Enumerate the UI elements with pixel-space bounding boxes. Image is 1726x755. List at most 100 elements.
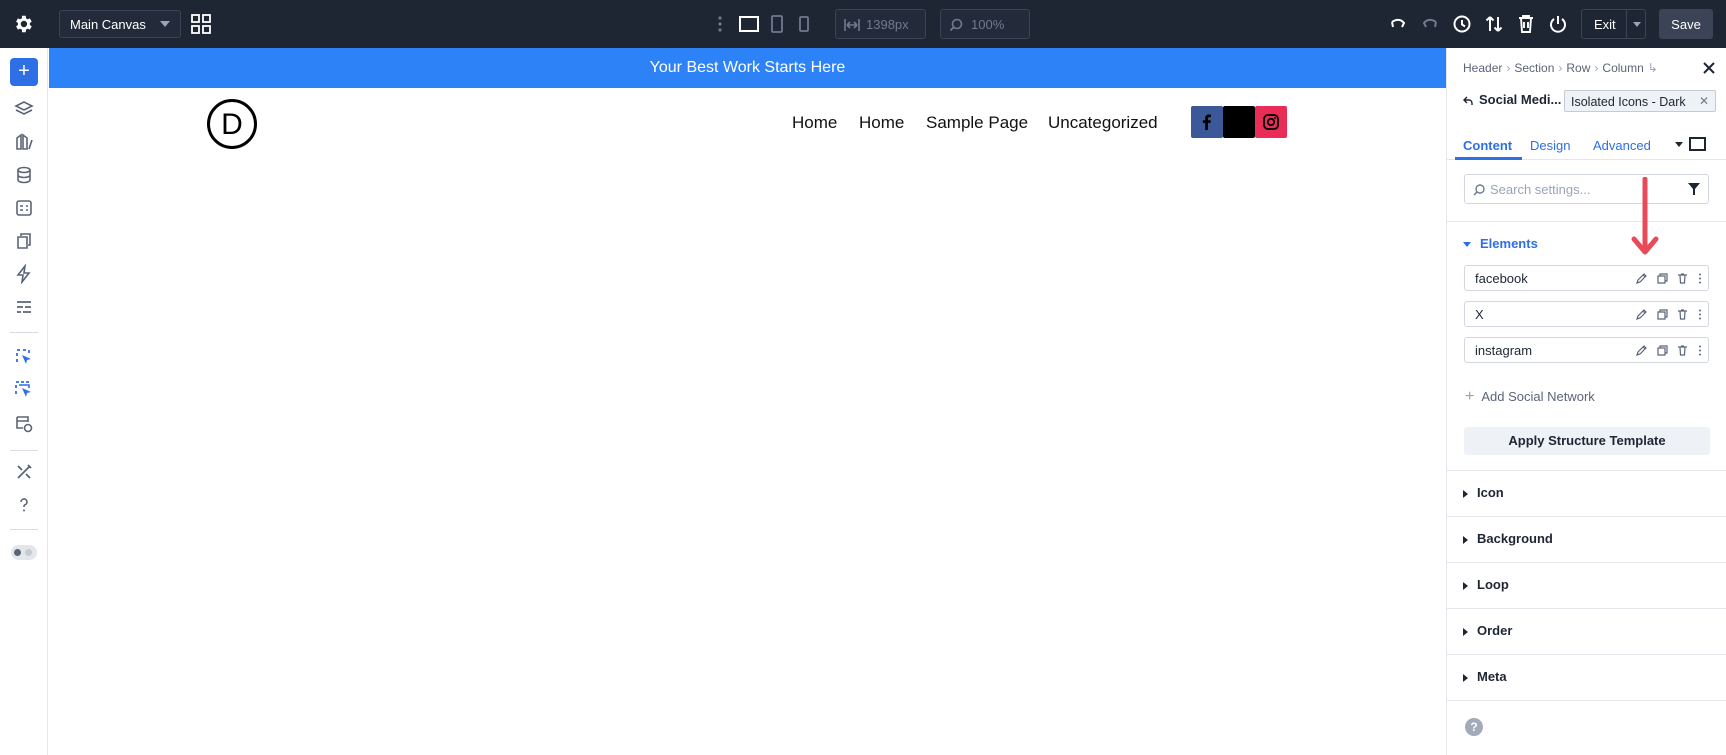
- tab-advanced[interactable]: Advanced: [1593, 138, 1651, 153]
- caret-right-icon: [1463, 581, 1468, 590]
- delete-trash-icon[interactable]: [1677, 309, 1688, 320]
- apply-structure-template-button[interactable]: Apply Structure Template: [1464, 427, 1710, 455]
- multi-select-icon[interactable]: [14, 380, 34, 400]
- zoom-value: 100%: [971, 17, 1005, 32]
- more-vertical-icon[interactable]: [1698, 345, 1702, 356]
- exit-button[interactable]: Exit: [1581, 9, 1646, 39]
- save-button[interactable]: Save: [1659, 9, 1713, 39]
- settings-gear-icon[interactable]: [12, 13, 34, 35]
- nav-item-uncategorized[interactable]: Uncategorized: [1048, 113, 1158, 133]
- divi-logo[interactable]: D: [206, 98, 258, 150]
- edit-pencil-icon[interactable]: [1636, 345, 1647, 356]
- back-arrow-icon[interactable]: [1463, 96, 1473, 106]
- zoom-field[interactable]: 100%: [940, 9, 1030, 39]
- instagram-social-button[interactable]: [1255, 106, 1287, 138]
- preview-icon[interactable]: [14, 414, 34, 434]
- layout-grid-icon[interactable]: [191, 14, 211, 34]
- duplicate-icon[interactable]: [1657, 273, 1668, 284]
- section-divider: [1447, 470, 1726, 471]
- edit-pencil-icon[interactable]: [1636, 309, 1647, 320]
- elements-section-toggle[interactable]: Elements: [1463, 236, 1538, 251]
- power-icon[interactable]: [1547, 13, 1569, 35]
- delete-trash-icon[interactable]: [1677, 345, 1688, 356]
- canvas-width-field[interactable]: 1398px: [835, 9, 926, 39]
- nav-item-home[interactable]: Home: [859, 113, 904, 133]
- section-title: Order: [1477, 623, 1513, 638]
- more-vertical-icon[interactable]: [1698, 273, 1702, 284]
- preset-tag[interactable]: Isolated Icons - Dark ✕: [1564, 90, 1716, 112]
- caret-right-icon: [1463, 627, 1468, 636]
- more-vertical-icon[interactable]: [1698, 309, 1702, 320]
- pages-icon[interactable]: [14, 231, 34, 251]
- module-title-row: Social Medi...: [1463, 92, 1561, 107]
- layers-icon[interactable]: [14, 99, 34, 119]
- canvas-select-value: Main Canvas: [70, 17, 146, 32]
- panel-tabs: Content Design Advanced: [1447, 128, 1726, 160]
- portability-icon[interactable]: [14, 198, 34, 218]
- toggle-dot: [25, 549, 32, 556]
- help-icon[interactable]: ?: [1465, 718, 1483, 736]
- list-item[interactable]: instagram: [1464, 337, 1709, 363]
- canvas-select-dropdown[interactable]: Main Canvas: [59, 10, 181, 38]
- redo-icon[interactable]: [1419, 13, 1441, 35]
- preset-remove-icon[interactable]: ✕: [1699, 94, 1709, 108]
- breadcrumb-enter-icon[interactable]: ↳: [1648, 61, 1658, 75]
- tabs-dropdown-icon[interactable]: [1675, 142, 1683, 147]
- wireframe-icon[interactable]: [14, 297, 34, 317]
- breadcrumb-item[interactable]: Row: [1566, 61, 1590, 75]
- duplicate-icon[interactable]: [1657, 309, 1668, 320]
- chevron-down-icon: [160, 21, 170, 27]
- breadcrumb-item[interactable]: Header: [1463, 61, 1502, 75]
- add-module-button[interactable]: +: [10, 58, 38, 86]
- add-social-network-button[interactable]: + Add Social Network: [1465, 388, 1595, 406]
- search-icon: [1473, 184, 1485, 196]
- tab-content[interactable]: Content: [1463, 138, 1512, 153]
- breadcrumb: Header › Section › Row › Column ↳: [1463, 61, 1658, 75]
- undo-icon[interactable]: [1387, 13, 1409, 35]
- section-toggle-meta[interactable]: Meta: [1463, 669, 1507, 684]
- section-divider: [1447, 562, 1726, 563]
- settings-search-input[interactable]: Search settings...: [1464, 174, 1709, 204]
- tools-icon[interactable]: [14, 462, 34, 482]
- edit-pencil-icon[interactable]: [1636, 273, 1647, 284]
- tablet-view-icon[interactable]: [770, 14, 784, 34]
- section-toggle-icon[interactable]: Icon: [1463, 485, 1504, 500]
- section-toggle-background[interactable]: Background: [1463, 531, 1553, 546]
- settings-panel: Header › Section › Row › Column ↳ Social Medi..…: [1446, 48, 1726, 755]
- breadcrumb-item[interactable]: Column: [1602, 61, 1643, 75]
- section-divider: [1447, 700, 1726, 701]
- database-icon[interactable]: [14, 165, 34, 185]
- lightning-icon[interactable]: [14, 264, 34, 284]
- facebook-social-button[interactable]: [1191, 106, 1223, 138]
- list-item[interactable]: facebook: [1464, 265, 1709, 291]
- breadcrumb-item[interactable]: Section: [1514, 61, 1554, 75]
- sort-arrows-icon[interactable]: [1483, 13, 1505, 35]
- help-question-icon[interactable]: [14, 495, 34, 515]
- top-banner[interactable]: Your Best Work Starts Here: [49, 48, 1446, 88]
- element-label: instagram: [1475, 343, 1533, 358]
- x-social-button[interactable]: [1223, 106, 1255, 138]
- duplicate-icon[interactable]: [1657, 345, 1668, 356]
- section-toggle-order[interactable]: Order: [1463, 623, 1512, 638]
- nav-item-home[interactable]: Home: [792, 113, 837, 133]
- filter-icon[interactable]: [1688, 183, 1700, 195]
- mode-toggle[interactable]: [11, 545, 37, 560]
- exit-dropdown-icon[interactable]: [1633, 22, 1641, 27]
- section-toggle-loop[interactable]: Loop: [1463, 577, 1509, 592]
- preset-label: Isolated Icons - Dark: [1571, 95, 1686, 109]
- section-divider: [1447, 516, 1726, 517]
- clear-trash-icon[interactable]: [1515, 13, 1537, 35]
- history-clock-icon[interactable]: [1451, 13, 1473, 35]
- nav-item-sample-page[interactable]: Sample Page: [926, 113, 1028, 133]
- delete-trash-icon[interactable]: [1677, 273, 1688, 284]
- more-vertical-icon[interactable]: [714, 14, 726, 34]
- phone-view-icon[interactable]: [798, 14, 810, 34]
- tab-design[interactable]: Design: [1530, 138, 1570, 153]
- list-item[interactable]: X: [1464, 301, 1709, 327]
- facebook-icon: [1202, 114, 1211, 130]
- expand-panel-icon[interactable]: [1689, 137, 1706, 151]
- select-cursor-icon[interactable]: [14, 347, 34, 367]
- desktop-view-icon[interactable]: [738, 14, 760, 34]
- close-icon[interactable]: [1701, 60, 1717, 76]
- theme-builder-icon[interactable]: [14, 132, 34, 152]
